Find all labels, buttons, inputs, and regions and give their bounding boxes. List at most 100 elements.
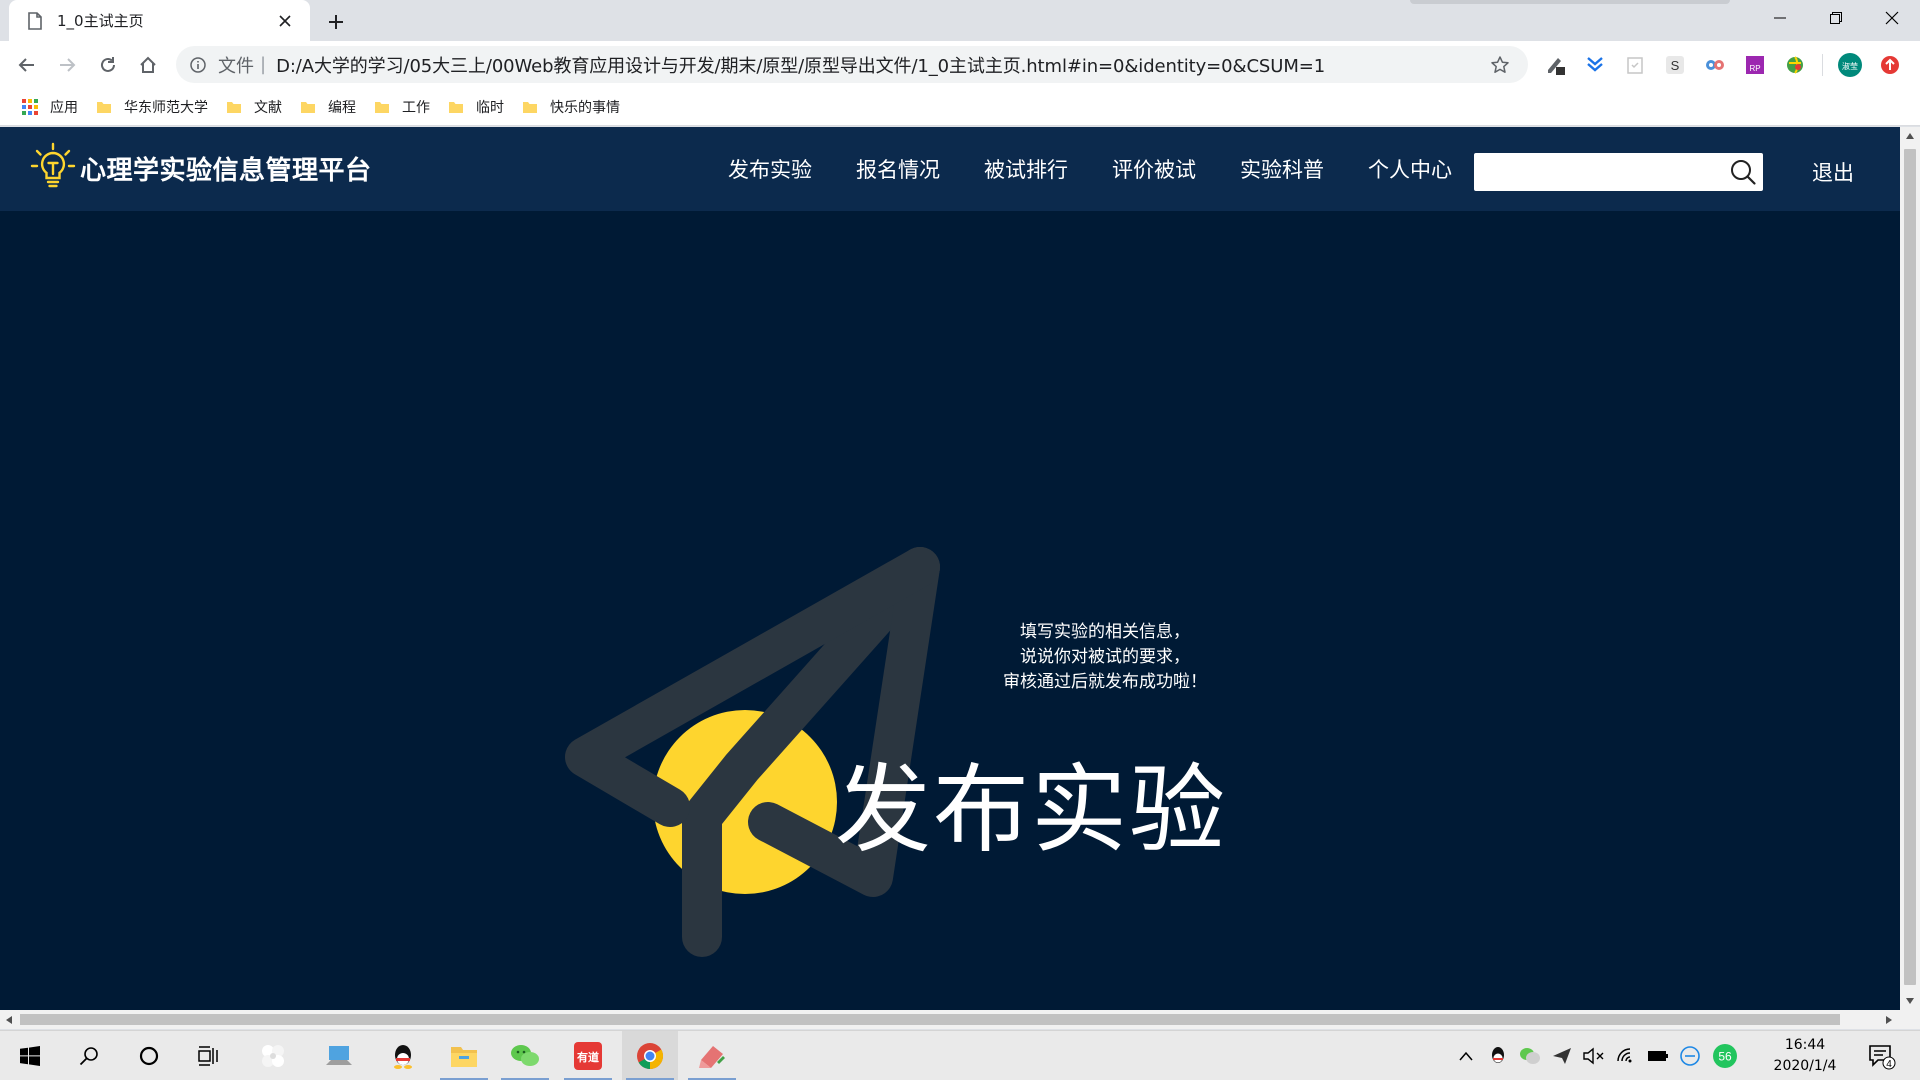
task-view-icon[interactable]: [181, 1031, 237, 1080]
folder-icon: [300, 99, 316, 115]
bookmark-star-icon[interactable]: [1488, 53, 1512, 77]
browser-tab[interactable]: 1_0主试主页: [9, 0, 310, 41]
counter-badge-icon[interactable]: 56: [1711, 1044, 1739, 1068]
site-header: 心理学实验信息管理平台 发布实验 报名情况 被试排行 评价被试 实验科普 个人中…: [0, 127, 1900, 211]
computer-app-icon[interactable]: [311, 1031, 367, 1080]
main-nav: 发布实验 报名情况 被试排行 评价被试 实验科普 个人中心: [728, 151, 1496, 187]
owl-extension-icon[interactable]: [1700, 50, 1730, 80]
bookmark-folder[interactable]: 文献: [222, 93, 294, 121]
bookmark-label: 临时: [476, 99, 504, 116]
bookmark-folder[interactable]: 快乐的事情: [518, 93, 632, 121]
rp-extension-text: RP: [1749, 64, 1760, 73]
system-tray: 56: [1455, 1031, 1739, 1080]
pen-extension-icon[interactable]: [1540, 50, 1570, 80]
minimize-icon[interactable]: [1752, 0, 1808, 36]
reload-icon[interactable]: [94, 51, 122, 79]
tray-badge-text: 56: [1718, 1050, 1732, 1064]
nav-rate-participants[interactable]: 评价被试: [1112, 154, 1196, 184]
scroll-right-arrow-icon[interactable]: [1880, 1010, 1898, 1029]
update-icon[interactable]: [1875, 50, 1905, 80]
wifi-icon[interactable]: [1615, 1045, 1637, 1067]
hero-title[interactable]: 发布实验: [835, 732, 1227, 871]
nav-personal-center[interactable]: 个人中心: [1368, 154, 1452, 184]
nav-experiment-science[interactable]: 实验科普: [1240, 154, 1324, 184]
apps-grid-icon: [22, 98, 38, 115]
search-icon[interactable]: [61, 1031, 117, 1080]
rp-extension-icon[interactable]: RP: [1740, 50, 1770, 80]
horizontal-scrollbar[interactable]: [0, 1010, 1920, 1029]
profile-avatar-icon[interactable]: 淑莹: [1835, 50, 1865, 80]
bookmark-apps[interactable]: 应用: [18, 93, 90, 121]
site-logo[interactable]: 心理学实验信息管理平台: [30, 141, 372, 195]
axure-app-icon[interactable]: [684, 1031, 740, 1080]
close-window-icon[interactable]: [1864, 0, 1920, 36]
scroll-up-arrow-icon[interactable]: [1900, 127, 1920, 145]
vertical-scroll-thumb[interactable]: [1904, 149, 1916, 985]
s-extension-icon[interactable]: S: [1660, 50, 1690, 80]
folder-icon: [96, 99, 112, 115]
bookmark-folder[interactable]: 编程: [296, 93, 368, 121]
clock-time: 16:44: [1784, 1037, 1826, 1053]
scroll-left-arrow-icon[interactable]: [0, 1010, 18, 1029]
horizontal-scroll-thumb[interactable]: [20, 1014, 1840, 1025]
forward-arrow-icon[interactable]: [53, 51, 81, 79]
wechat-tray-icon[interactable]: [1519, 1045, 1541, 1067]
notification-center-icon[interactable]: 4: [1866, 1041, 1896, 1071]
scheme-separator: |: [260, 54, 267, 75]
toolbar-separator: [1822, 54, 1823, 76]
bookmark-label: 文献: [254, 99, 282, 116]
site-title: 心理学实验信息管理平台: [80, 155, 372, 186]
system-clock[interactable]: 16:44 2020/1/4: [1765, 1035, 1845, 1077]
pinwheel-app-icon[interactable]: [245, 1031, 301, 1080]
cortana-icon[interactable]: [121, 1031, 177, 1080]
nav-participant-ranking[interactable]: 被试排行: [984, 154, 1068, 184]
s-extension-text: S: [1671, 58, 1680, 73]
scroll-down-arrow-icon[interactable]: [1900, 992, 1920, 1010]
speaker-muted-icon[interactable]: [1583, 1045, 1605, 1067]
logout-button[interactable]: 退出: [1812, 157, 1854, 187]
vertical-scrollbar[interactable]: [1900, 127, 1920, 1010]
youdao-app-icon[interactable]: 有道: [560, 1031, 616, 1080]
folder-icon: [448, 99, 464, 115]
file-explorer-icon[interactable]: [436, 1031, 492, 1080]
clock-date: 2020/1/4: [1773, 1058, 1837, 1074]
url-text[interactable]: D:/A大学的学习/05大三上/00Web教育应用设计与开发/期末/原型/原型导…: [276, 52, 1488, 78]
clipboard-extension-icon[interactable]: [1620, 50, 1650, 80]
send-tray-icon[interactable]: [1551, 1045, 1573, 1067]
bookmark-folder[interactable]: 华东师范大学: [92, 93, 220, 121]
home-icon[interactable]: [134, 51, 162, 79]
battery-icon[interactable]: [1647, 1045, 1669, 1067]
globe-extension-icon[interactable]: [1780, 50, 1810, 80]
back-arrow-icon[interactable]: [13, 51, 41, 79]
paper-plane-illustration: [565, 547, 940, 957]
tab-strip: 1_0主试主页: [0, 0, 1920, 41]
chevrons-extension-icon[interactable]: [1580, 50, 1610, 80]
wechat-app-icon[interactable]: [497, 1031, 553, 1080]
page-viewport: 心理学实验信息管理平台 发布实验 报名情况 被试排行 评价被试 实验科普 个人中…: [0, 127, 1900, 1010]
site-search-box: [1474, 153, 1763, 191]
chrome-app-icon[interactable]: [622, 1031, 678, 1080]
bookmark-folder[interactable]: 临时: [444, 93, 516, 121]
search-icon[interactable]: [1723, 153, 1763, 191]
bookmark-label: 快乐的事情: [550, 99, 620, 116]
site-search-input[interactable]: [1474, 153, 1723, 191]
windows-taskbar: 有道 56 16:44 2020/1/4 4: [0, 1030, 1920, 1080]
restore-icon[interactable]: [1808, 0, 1864, 36]
folder-icon: [374, 99, 390, 115]
info-icon[interactable]: [188, 55, 208, 75]
nav-publish-experiment[interactable]: 发布实验: [728, 154, 812, 184]
bookmark-folder[interactable]: 工作: [370, 93, 442, 121]
new-tab-button[interactable]: [322, 8, 350, 36]
nav-registration-status[interactable]: 报名情况: [856, 154, 940, 184]
windows-start-icon[interactable]: [2, 1031, 58, 1080]
document-icon: [27, 11, 43, 30]
close-icon[interactable]: [274, 10, 296, 32]
network-tray-icon[interactable]: [1679, 1045, 1701, 1067]
browser-toolbar: 文件 | D:/A大学的学习/05大三上/00Web教育应用设计与开发/期末/原…: [0, 41, 1920, 88]
youdao-app-text: 有道: [577, 1050, 599, 1064]
qq-tray-icon[interactable]: [1487, 1045, 1509, 1067]
address-bar[interactable]: 文件 | D:/A大学的学习/05大三上/00Web教育应用设计与开发/期末/原…: [176, 46, 1528, 83]
chevron-up-icon[interactable]: [1455, 1045, 1477, 1067]
qq-app-icon[interactable]: [375, 1031, 431, 1080]
bookmark-label: 华东师范大学: [124, 99, 208, 116]
